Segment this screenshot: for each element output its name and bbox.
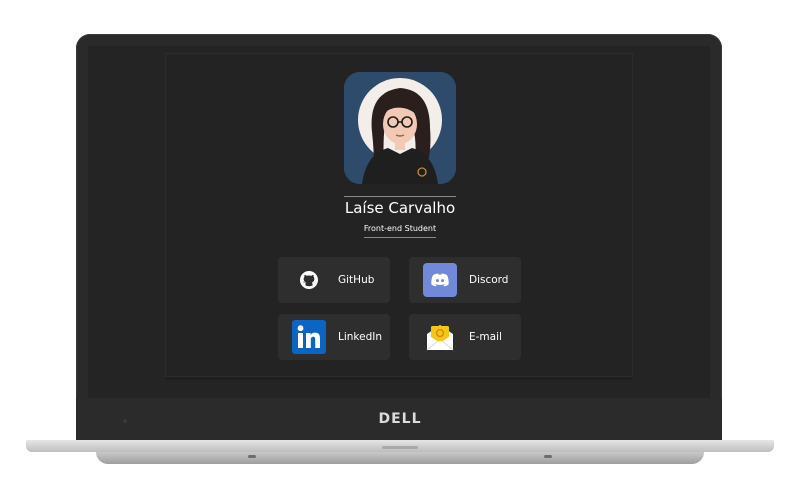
discord-link-label: Discord xyxy=(469,274,509,286)
avatar-illustration xyxy=(344,72,456,184)
linkedin-link-button[interactable]: LinkedIn xyxy=(278,314,390,360)
brand-logo: DELL xyxy=(378,411,422,427)
bezel-sensor xyxy=(123,419,127,423)
envelope-icon xyxy=(423,320,457,354)
laptop-base-underside xyxy=(96,452,704,464)
name-divider xyxy=(344,196,456,197)
laptop-foot xyxy=(248,455,256,458)
laptop-lid-notch xyxy=(382,446,418,449)
github-link-label: GitHub xyxy=(338,274,375,286)
role-divider xyxy=(364,237,436,238)
linkedin-link-label: LinkedIn xyxy=(338,331,383,343)
laptop-foot xyxy=(544,455,552,458)
github-icon xyxy=(292,263,326,297)
email-link-label: E-mail xyxy=(469,331,502,343)
email-link-button[interactable]: E-mail xyxy=(409,314,521,360)
profile-role: Front-end Student xyxy=(363,224,437,233)
avatar xyxy=(344,72,456,184)
github-link-button[interactable]: GitHub xyxy=(278,257,390,303)
profile-name: Laíse Carvalho xyxy=(344,199,456,217)
discord-link-button[interactable]: Discord xyxy=(409,257,521,303)
linkedin-icon xyxy=(292,320,326,354)
discord-icon xyxy=(423,263,457,297)
